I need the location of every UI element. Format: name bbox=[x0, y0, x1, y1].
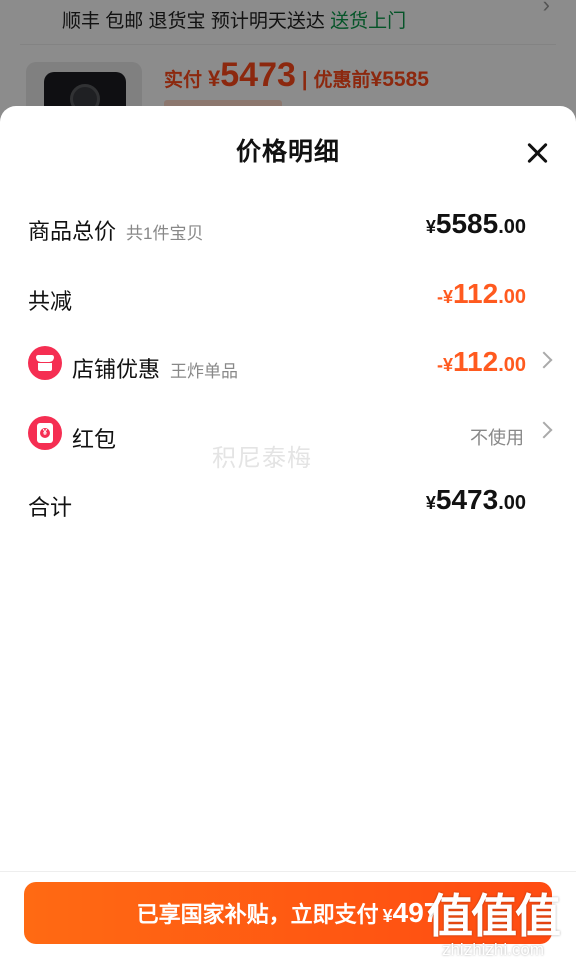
currency-symbol: ¥ bbox=[425, 217, 436, 237]
row-item-total: 商品总价 共1件宝贝 ¥5585.00 bbox=[0, 208, 576, 248]
amount-integer: 112 bbox=[453, 346, 499, 377]
amount-decimal: .00 bbox=[498, 354, 526, 376]
total-amount: ¥5585.00 bbox=[426, 208, 526, 240]
divider bbox=[0, 871, 576, 872]
item-count: 共1件宝贝 bbox=[126, 224, 204, 243]
sum-label: 合计 bbox=[28, 495, 73, 520]
discount-label: 共减 bbox=[28, 289, 73, 314]
row-label: 店铺优惠 王炸单品 bbox=[72, 352, 238, 384]
row-sum: 合计 ¥5473.00 bbox=[0, 484, 576, 524]
sum-amount: ¥5473.00 bbox=[426, 484, 526, 516]
currency-symbol: -¥ bbox=[437, 287, 454, 307]
store-discount-label: 店铺优惠 bbox=[72, 357, 161, 382]
red-packet-status: 不使用 bbox=[470, 428, 524, 448]
store-discount-sub: 王炸单品 bbox=[170, 362, 239, 381]
close-icon[interactable] bbox=[522, 138, 552, 168]
chevron-right-icon[interactable] bbox=[535, 421, 553, 439]
red-packet-label: 红包 bbox=[72, 427, 117, 452]
amount-integer: 5473 bbox=[435, 484, 499, 515]
site-logo: 值值值 zhizhizhi.com bbox=[418, 880, 568, 960]
store-icon bbox=[28, 346, 62, 380]
amount-decimal: .00 bbox=[498, 492, 526, 514]
chevron-right-icon[interactable] bbox=[535, 351, 553, 369]
currency-symbol: ¥ bbox=[425, 493, 436, 513]
store-discount-amount: -¥112.00 bbox=[437, 346, 526, 378]
price-detail-sheet: 价格明细 商品总价 共1件宝贝 ¥5585.00 共减 -¥112.00 店铺优惠… bbox=[0, 106, 576, 968]
pay-button-label: 已享国家补贴，立即支付 bbox=[136, 902, 379, 927]
amount-integer: 5585 bbox=[435, 208, 499, 239]
watermark: 积尼泰梅 bbox=[212, 445, 312, 472]
amount-integer: 112 bbox=[453, 278, 499, 309]
sheet-title: 价格明细 bbox=[235, 138, 340, 166]
discount-amount: -¥112.00 bbox=[437, 278, 526, 310]
red-packet-icon: ¥ bbox=[28, 416, 62, 450]
amount-decimal: .00 bbox=[498, 216, 526, 238]
row-store-discount[interactable]: 店铺优惠 王炸单品 -¥112.00 bbox=[0, 346, 576, 386]
amount-decimal: .00 bbox=[498, 286, 526, 308]
logo-text: 值值值 bbox=[427, 890, 561, 942]
currency-symbol: ¥ bbox=[382, 906, 393, 926]
total-label: 商品总价 bbox=[28, 219, 117, 244]
currency-symbol: -¥ bbox=[437, 355, 454, 375]
row-label: 商品总价 共1件宝贝 bbox=[28, 214, 203, 246]
row-discount: 共减 -¥112.00 bbox=[0, 278, 576, 318]
